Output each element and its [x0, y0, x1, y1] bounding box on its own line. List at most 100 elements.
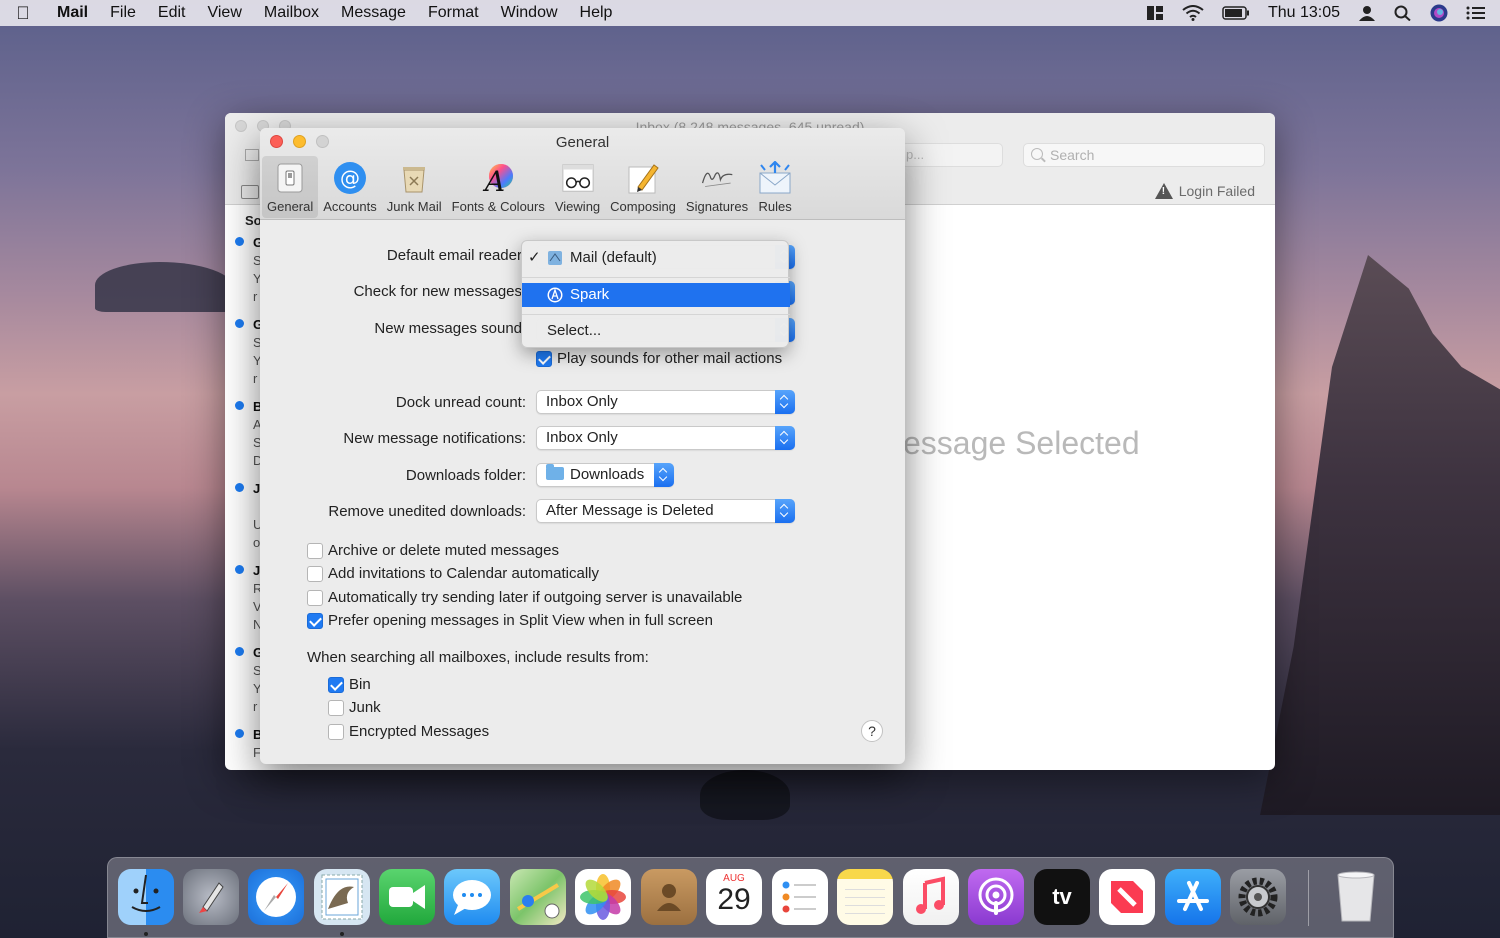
split-view-checkbox[interactable]: [307, 613, 323, 629]
dock-app-photos[interactable]: [575, 869, 631, 925]
menu-edit[interactable]: Edit: [147, 0, 197, 26]
dock-app-news[interactable]: [1099, 869, 1155, 925]
tab-accounts-label: Accounts: [323, 199, 377, 214]
dock-app-tv[interactable]: tv: [1034, 869, 1090, 925]
dock-unread-value: Inbox Only: [546, 393, 618, 410]
list-item-preview: r: [253, 289, 258, 304]
preferences-tabs: General @ Accounts Junk Mail A Fonts & C…: [262, 156, 797, 218]
rules-envelope-icon: [758, 161, 792, 195]
spotlight-search-icon[interactable]: [1394, 5, 1412, 21]
menu-item-mail-default[interactable]: ✓ Mail (default): [522, 246, 790, 270]
menu-mailbox[interactable]: Mailbox: [253, 0, 330, 26]
tab-rules[interactable]: Rules: [753, 156, 797, 218]
unread-dot: [235, 483, 244, 492]
play-sounds-checkbox[interactable]: [536, 351, 552, 367]
mail-app-icon: [548, 251, 562, 265]
notifications-popup[interactable]: Inbox Only: [536, 426, 795, 450]
user-icon[interactable]: [1358, 5, 1376, 21]
tab-general-label: General: [267, 199, 314, 214]
notification-center-icon[interactable]: [1466, 5, 1486, 21]
siri-icon[interactable]: [1430, 4, 1448, 22]
apple-menu-icon[interactable]: : [0, 3, 46, 24]
menu-item-spark[interactable]: Spark: [522, 283, 790, 307]
dock-app-contacts[interactable]: [641, 869, 697, 925]
unread-dot: [235, 319, 244, 328]
mail-search-placeholder: Search: [1050, 147, 1095, 163]
dock-app-finder[interactable]: [118, 869, 174, 925]
tab-signatures[interactable]: Signatures: [681, 156, 753, 218]
downloads-folder-popup[interactable]: Downloads: [536, 463, 674, 487]
sidebar-toggle-icon[interactable]: [241, 185, 259, 199]
add-invitations-checkbox[interactable]: [307, 566, 323, 582]
stepper-icon: [775, 426, 795, 450]
dock-app-messages[interactable]: [444, 869, 500, 925]
message-list: G S Y r G S Y r B A S D J U o J R V N G …: [225, 205, 263, 770]
battery-icon[interactable]: [1222, 6, 1250, 20]
dock-unread-popup[interactable]: Inbox Only: [536, 390, 795, 414]
facetime-icon: [389, 885, 425, 909]
mail-search-input[interactable]: Search: [1023, 143, 1265, 167]
trash-icon: [1337, 871, 1375, 922]
glasses-icon: [561, 161, 595, 195]
gear-icon: [1238, 877, 1278, 917]
send-later-checkbox[interactable]: [307, 590, 323, 606]
mailbox-filter-field[interactable]: p...: [901, 143, 1003, 167]
window-layout-icon[interactable]: [1146, 5, 1164, 21]
unread-dot: [235, 565, 244, 574]
menu-item-mail-default-label: Mail (default): [570, 249, 657, 266]
menu-window[interactable]: Window: [490, 0, 569, 26]
tab-composing[interactable]: Composing: [605, 156, 681, 218]
tab-viewing-label: Viewing: [554, 199, 601, 214]
dock-unread-label: Dock unread count:: [395, 394, 526, 411]
dock-app-facetime[interactable]: [379, 869, 435, 925]
dock-app-notes[interactable]: [837, 869, 893, 925]
dock-app-launchpad[interactable]: [183, 869, 239, 925]
remove-downloads-popup[interactable]: After Message is Deleted: [536, 499, 795, 523]
dock-app-safari[interactable]: [248, 869, 304, 925]
unread-dot: [235, 237, 244, 246]
running-indicator: [144, 932, 148, 936]
get-mail-icon[interactable]: [245, 149, 259, 161]
menu-view[interactable]: View: [196, 0, 252, 26]
tab-general[interactable]: General: [262, 156, 319, 218]
tab-junk-mail[interactable]: Junk Mail: [382, 156, 447, 218]
menu-clock[interactable]: Thu 13:05: [1268, 4, 1340, 22]
menu-separator: [522, 277, 790, 278]
app-store-icon: [1177, 881, 1209, 911]
menu-message[interactable]: Message: [330, 0, 417, 26]
bin-checkbox[interactable]: [328, 677, 344, 693]
menu-file[interactable]: File: [99, 0, 147, 26]
menu-help[interactable]: Help: [569, 0, 624, 26]
check-new-messages-label: Check for new messages: [353, 283, 522, 300]
junk-checkbox[interactable]: [328, 700, 344, 716]
dock-app-system-preferences[interactable]: [1230, 869, 1286, 925]
dock-app-maps[interactable]: [510, 869, 566, 925]
menu-app-name[interactable]: Mail: [46, 0, 99, 26]
dock-app-calendar[interactable]: AUG 29: [706, 869, 762, 925]
dock-trash[interactable]: [1328, 869, 1384, 925]
menu-item-select[interactable]: Select...: [522, 319, 790, 343]
font-icon: A: [481, 161, 515, 195]
dock-app-music[interactable]: [903, 869, 959, 925]
wifi-icon[interactable]: [1182, 5, 1204, 21]
login-failed-status[interactable]: Login Failed: [1154, 183, 1255, 199]
menu-format[interactable]: Format: [417, 0, 490, 26]
tab-fonts-colours[interactable]: A Fonts & Colours: [447, 156, 550, 218]
play-sounds-label: Play sounds for other mail actions: [557, 350, 783, 367]
svg-text:@: @: [340, 166, 360, 190]
folder-icon: [546, 464, 564, 480]
tab-viewing[interactable]: Viewing: [550, 156, 605, 218]
search-icon: [1031, 148, 1043, 160]
svg-text:A: A: [482, 165, 505, 195]
dock-app-podcasts[interactable]: [968, 869, 1024, 925]
encrypted-messages-checkbox[interactable]: [328, 724, 344, 740]
archive-muted-checkbox[interactable]: [307, 543, 323, 559]
dock-app-app-store[interactable]: [1165, 869, 1221, 925]
tab-accounts[interactable]: @ Accounts: [318, 156, 381, 218]
dock-app-reminders[interactable]: [772, 869, 828, 925]
dock-app-mail[interactable]: [314, 869, 370, 925]
checkmark-icon: ✓: [528, 249, 541, 266]
remove-downloads-value: After Message is Deleted: [546, 502, 714, 519]
help-button[interactable]: ?: [861, 720, 883, 742]
default-reader-label: Default email reader: [386, 247, 522, 264]
